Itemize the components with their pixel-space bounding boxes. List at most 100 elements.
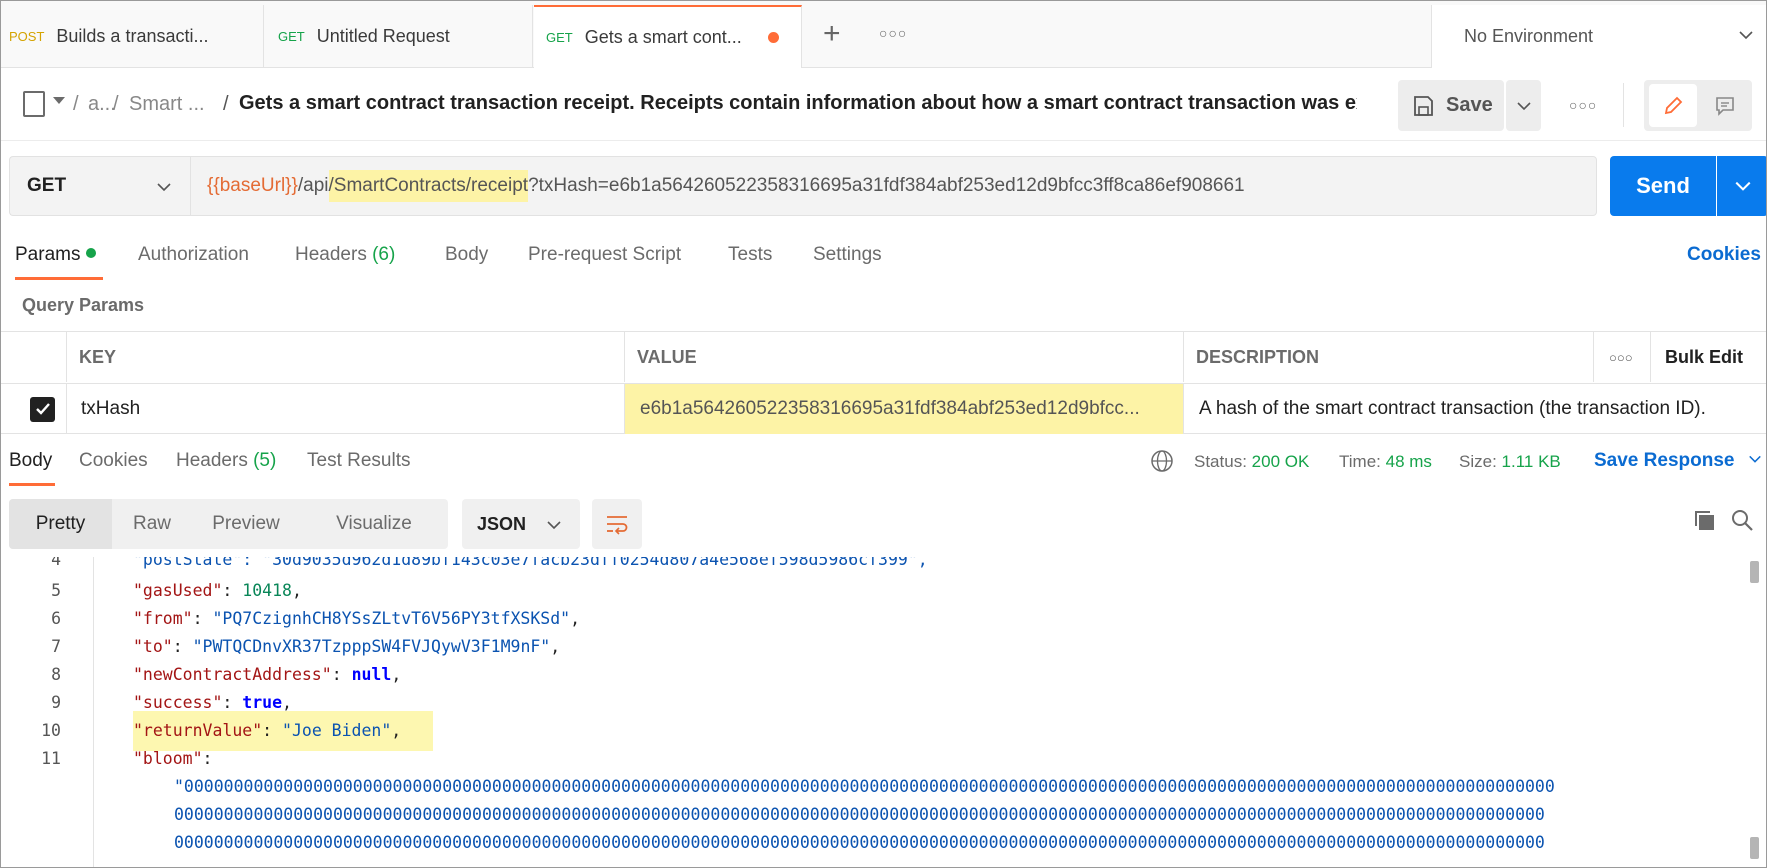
environment-selector[interactable]: No Environment bbox=[1431, 5, 1766, 68]
tab-method: GET bbox=[546, 30, 573, 45]
tab-tests[interactable]: Tests bbox=[728, 244, 772, 266]
checkmark-icon bbox=[35, 403, 50, 415]
code-line: "from": "PQ7CzignhCH8YSsZLtvT6V56PY3tfXS… bbox=[133, 609, 581, 628]
request-header: / a... / Smart ... / Gets a smart contra… bbox=[1, 69, 1766, 141]
tab-authorization[interactable]: Authorization bbox=[138, 244, 249, 266]
search-icon[interactable] bbox=[1730, 508, 1754, 532]
tab-params[interactable]: Params bbox=[15, 244, 97, 266]
query-params-table: KEY VALUE DESCRIPTION ○○○ Bulk Edit txHa… bbox=[1, 331, 1766, 434]
status-dot-icon bbox=[86, 248, 97, 258]
method-label: GET bbox=[27, 175, 67, 196]
line-number: 8 bbox=[51, 665, 61, 684]
caret-down-icon[interactable] bbox=[53, 97, 65, 104]
scrollbar-thumb[interactable] bbox=[1750, 837, 1759, 859]
code-line: "newContractAddress": null, bbox=[133, 665, 402, 684]
comments-button[interactable] bbox=[1701, 84, 1749, 127]
tab-method: POST bbox=[9, 29, 45, 44]
chevron-down-icon bbox=[157, 183, 171, 192]
copy-icon[interactable] bbox=[1693, 509, 1717, 533]
response-tab-body[interactable]: Body bbox=[9, 450, 52, 472]
view-raw[interactable]: Raw bbox=[112, 499, 192, 549]
chevron-down-icon bbox=[1735, 181, 1750, 191]
response-tab-headers[interactable]: Headers (5) bbox=[176, 450, 276, 472]
cookies-link[interactable]: Cookies bbox=[1687, 244, 1761, 266]
active-tab-indicator bbox=[15, 277, 103, 280]
url-api: /api bbox=[297, 175, 329, 196]
line-number: 9 bbox=[51, 693, 61, 712]
url-variable: {{baseUrl}} bbox=[207, 175, 298, 196]
tab-title: Gets a smart cont... bbox=[584, 27, 742, 47]
format-select[interactable]: JSON bbox=[462, 499, 580, 549]
method-select[interactable]: GET bbox=[9, 156, 190, 216]
save-dropdown-button[interactable] bbox=[1506, 80, 1541, 131]
scrollbar-thumb[interactable] bbox=[1750, 561, 1759, 583]
tab-gets-smart-contract[interactable]: GET Gets a smart cont... bbox=[534, 5, 802, 68]
globe-icon[interactable] bbox=[1150, 449, 1174, 473]
tab-body[interactable]: Body bbox=[445, 244, 488, 266]
tab-headers[interactable]: Headers (6) bbox=[295, 244, 395, 266]
url-input[interactable]: {{baseUrl}}/api/SmartContracts/receipt ?t… bbox=[190, 156, 1597, 216]
param-key[interactable]: txHash bbox=[67, 383, 625, 434]
column-description: DESCRIPTION bbox=[1184, 332, 1594, 382]
response-tab-cookies[interactable]: Cookies bbox=[79, 450, 148, 472]
format-label: JSON bbox=[477, 513, 527, 534]
tab-method: GET bbox=[278, 29, 305, 44]
unsaved-dot-icon bbox=[767, 32, 779, 43]
param-description[interactable]: A hash of the smart contract transaction… bbox=[1184, 383, 1766, 434]
new-tab-plus-icon[interactable]: + bbox=[823, 19, 841, 49]
line-number: 10 bbox=[41, 721, 61, 740]
more-tabs-icon[interactable]: ○○○ bbox=[879, 25, 907, 41]
bulk-edit-button[interactable]: Bulk Edit bbox=[1651, 332, 1766, 382]
view-preview[interactable]: Preview bbox=[192, 499, 300, 549]
column-options-icon[interactable]: ○○○ bbox=[1594, 332, 1651, 382]
gutter-divider bbox=[93, 557, 94, 867]
code-line: "bloom": bbox=[133, 749, 213, 768]
comment-icon bbox=[1716, 96, 1734, 116]
wrap-lines-icon bbox=[607, 516, 628, 535]
code-line: "gasUsed": 10418, bbox=[133, 581, 302, 600]
line-number: 11 bbox=[41, 749, 61, 768]
save-button[interactable]: Save bbox=[1398, 80, 1504, 131]
url-path: /SmartContracts/receipt bbox=[328, 170, 529, 202]
request-title[interactable]: Gets a smart contract transaction receip… bbox=[239, 92, 1357, 115]
edit-mode-button[interactable] bbox=[1649, 84, 1697, 127]
code-line: 0000000000000000000000000000000000000000… bbox=[174, 833, 1545, 852]
environment-label: No Environment bbox=[1464, 26, 1594, 46]
response-body-code[interactable]: 4 "postState": "30d9035d962d1d89bf143c03… bbox=[1, 557, 1766, 867]
table-row bbox=[1, 383, 67, 434]
param-value[interactable]: e6b1a564260522358316695a31fdf384abf253ed… bbox=[625, 383, 1184, 434]
tab-prerequest-script[interactable]: Pre-request Script bbox=[528, 244, 681, 266]
breadcrumb-folder[interactable]: Smart ... bbox=[129, 93, 205, 116]
code-line: "to": "PWTQCDnvXR37TzpppSW4FVJQywV3F1M9n… bbox=[133, 637, 561, 656]
wrap-lines-button[interactable] bbox=[592, 499, 642, 549]
tab-title: Untitled Request bbox=[316, 26, 450, 46]
send-dropdown-button[interactable] bbox=[1717, 156, 1766, 216]
view-pretty[interactable]: Pretty bbox=[9, 499, 112, 549]
column-key: KEY bbox=[67, 332, 625, 382]
response-size[interactable]: Size: 1.11 KB bbox=[1459, 452, 1561, 472]
save-response-button[interactable]: Save Response bbox=[1594, 450, 1762, 472]
save-label: Save bbox=[1446, 94, 1493, 116]
tab-builds-transaction[interactable]: POST Builds a transacti... bbox=[1, 5, 264, 68]
code-line: "returnValue": "Joe Biden", bbox=[133, 721, 402, 740]
param-checkbox[interactable] bbox=[30, 396, 55, 422]
line-number: 6 bbox=[51, 609, 61, 628]
column-value: VALUE bbox=[625, 332, 1184, 382]
response-status[interactable]: Status: 200 OK bbox=[1194, 452, 1309, 472]
postman-window: POST Builds a transacti... GET Untitled … bbox=[0, 0, 1767, 868]
line-number: 5 bbox=[51, 581, 61, 600]
tab-title: Builds a transacti... bbox=[56, 26, 209, 46]
chevron-down-icon bbox=[1739, 31, 1753, 40]
response-time[interactable]: Time: 48 ms bbox=[1339, 452, 1432, 472]
collection-icon bbox=[23, 91, 45, 117]
tab-untitled-request[interactable]: GET Untitled Request bbox=[265, 5, 533, 68]
breadcrumb-collection[interactable]: a... bbox=[88, 93, 116, 116]
view-visualize[interactable]: Visualize bbox=[300, 499, 448, 549]
tab-settings[interactable]: Settings bbox=[813, 244, 882, 266]
request-tab-bar: POST Builds a transacti... GET Untitled … bbox=[1, 1, 1766, 68]
response-tab-test-results[interactable]: Test Results bbox=[307, 450, 410, 472]
send-button[interactable]: Send bbox=[1610, 156, 1716, 216]
more-actions-icon[interactable]: ○○○ bbox=[1569, 97, 1597, 113]
chevron-down-icon bbox=[1748, 455, 1761, 463]
line-number: 4 bbox=[51, 557, 61, 569]
